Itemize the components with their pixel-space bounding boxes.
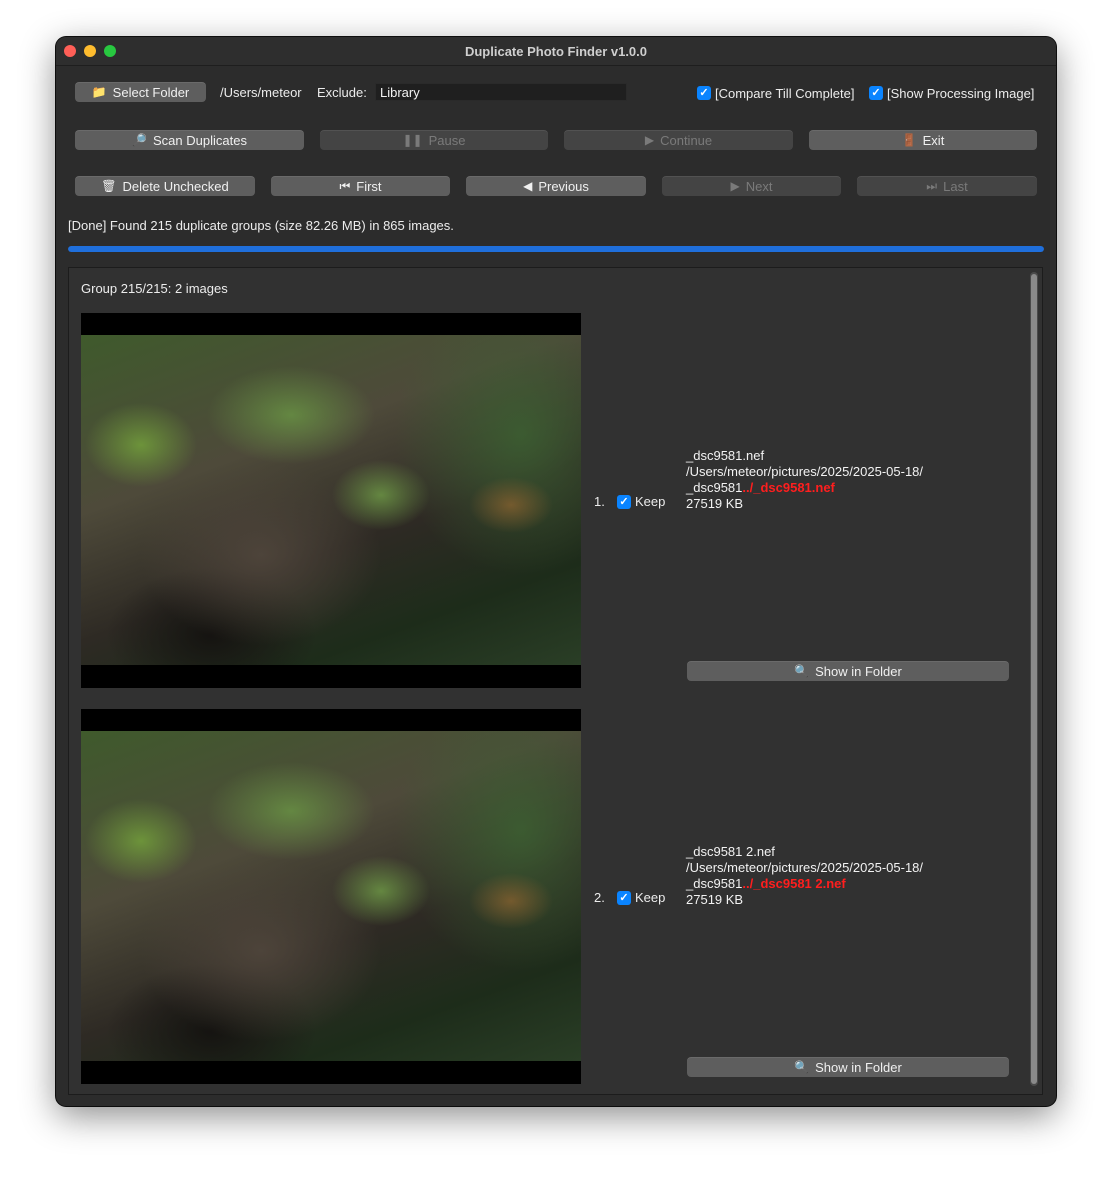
keep-label: Keep	[635, 494, 666, 509]
item-index: 1.	[594, 494, 605, 509]
pause-icon: ❚❚	[402, 133, 423, 147]
continue-label: Continue	[660, 132, 713, 148]
previous-label: Previous	[538, 178, 589, 194]
pause-button[interactable]: ❚❚ Pause	[320, 130, 548, 150]
scrollbar-thumb[interactable]	[1031, 274, 1037, 1084]
next-button[interactable]: ▶ Next	[662, 176, 841, 196]
file-path: /Users/meteor/pictures/2025/2025-05-18/	[686, 860, 924, 875]
show-in-folder-button[interactable]: 🔍 Show in Folder	[687, 661, 1009, 681]
previous-icon: ◀	[523, 179, 533, 193]
photo-preview	[81, 313, 581, 688]
next-icon: ▶	[730, 179, 740, 193]
scan-duplicates-button[interactable]: 🔎 Scan Duplicates	[75, 130, 304, 150]
photo-preview	[81, 709, 581, 1084]
compare-till-complete-label: [Compare Till Complete]	[715, 86, 855, 101]
path-prefix: _dsc9581	[686, 876, 743, 891]
first-label: First	[356, 178, 382, 194]
scan-duplicates-label: Scan Duplicates	[153, 132, 247, 148]
compare-till-complete-checkbox[interactable]: ✓	[697, 86, 711, 100]
continue-button[interactable]: ▶ Continue	[564, 130, 793, 150]
path-prefix: _dsc9581	[686, 480, 743, 495]
skip-first-icon: ⏮	[339, 178, 351, 193]
play-icon: ▶	[644, 133, 655, 147]
show-in-folder-label: Show in Folder	[815, 663, 902, 679]
status-text: [Done] Found 215 duplicate groups (size …	[68, 218, 454, 233]
folder-path: /Users/meteor	[220, 85, 302, 100]
magnifier-icon: 🔍	[794, 1060, 810, 1074]
first-button[interactable]: ⏮ First	[271, 176, 450, 196]
progress-fill	[68, 246, 1044, 252]
exclude-label: Exclude:	[317, 85, 367, 100]
file-name: _dsc9581.nef	[686, 448, 765, 463]
last-button[interactable]: ⏭ Last	[857, 176, 1037, 196]
show-in-folder-label: Show in Folder	[815, 1059, 902, 1075]
previous-button[interactable]: ◀ Previous	[466, 176, 646, 196]
keep-checkbox[interactable]: ✓	[617, 495, 631, 509]
results-panel: Group 215/215: 2 images 1. ✓ Keep _dsc95…	[68, 267, 1043, 1095]
exclude-input[interactable]	[375, 83, 627, 101]
pause-label: Pause	[428, 132, 466, 148]
file-name: _dsc9581 2.nef	[686, 844, 775, 859]
group-header: Group 215/215: 2 images	[81, 281, 228, 296]
item-index: 2.	[594, 890, 605, 905]
skip-last-icon: ⏭	[926, 178, 938, 193]
file-path-compare: _dsc9581../_dsc9581 2.nef	[686, 876, 923, 892]
window-title: Duplicate Photo Finder v1.0.0	[464, 44, 648, 59]
magnifier-icon: 🔍	[794, 664, 810, 678]
trash-icon: 🗑	[101, 179, 117, 193]
folder-icon: 📁	[91, 85, 107, 99]
progress-bar	[68, 246, 1044, 252]
delete-unchecked-label: Delete Unchecked	[122, 178, 229, 194]
last-label: Last	[943, 178, 968, 194]
path-difference: ../_dsc9581.nef	[742, 480, 835, 495]
title-bar: Duplicate Photo Finder v1.0.0	[56, 37, 1056, 66]
select-folder-label: Select Folder	[112, 84, 190, 100]
magnifier-icon: 🔎	[132, 133, 147, 147]
select-folder-button[interactable]: 📁 Select Folder	[75, 82, 206, 102]
file-size: 27519 KB	[686, 496, 744, 511]
exit-button[interactable]: 🚪 Exit	[809, 130, 1037, 150]
exit-label: Exit	[922, 132, 945, 148]
file-info: _dsc9581.nef /Users/meteor/pictures/2025…	[686, 448, 923, 512]
show-in-folder-button[interactable]: 🔍 Show in Folder	[687, 1057, 1009, 1077]
file-info: _dsc9581 2.nef /Users/meteor/pictures/20…	[686, 844, 923, 908]
vertical-scrollbar[interactable]	[1030, 272, 1038, 1086]
app-window: Duplicate Photo Finder v1.0.0 📁 Select F…	[56, 37, 1056, 1106]
keep-checkbox[interactable]: ✓	[617, 891, 631, 905]
show-processing-image-label: [Show Processing Image]	[887, 86, 1035, 101]
delete-unchecked-button[interactable]: 🗑 Delete Unchecked	[75, 176, 255, 196]
file-size: 27519 KB	[686, 892, 744, 907]
exit-icon: 🚪	[901, 133, 917, 147]
show-processing-image-checkbox[interactable]: ✓	[869, 86, 883, 100]
file-path-compare: _dsc9581../_dsc9581.nef	[686, 480, 923, 496]
path-difference: ../_dsc9581 2.nef	[742, 876, 846, 891]
next-label: Next	[745, 178, 773, 194]
file-path: /Users/meteor/pictures/2025/2025-05-18/	[686, 464, 924, 479]
keep-label: Keep	[635, 890, 666, 905]
